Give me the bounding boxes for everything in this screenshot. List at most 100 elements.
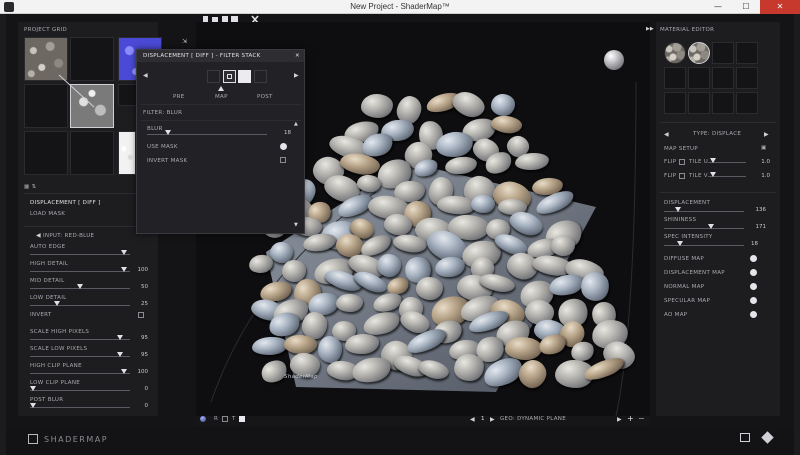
shininess-slider[interactable] xyxy=(664,228,744,229)
param-slider[interactable] xyxy=(30,407,130,408)
param-label: LOW CLIP PLANE xyxy=(30,380,81,386)
param-slider[interactable] xyxy=(30,373,130,374)
map-thumbnail-icon[interactable] xyxy=(238,70,251,83)
geometry-selector[interactable]: GEO: DYNAMIC PLANE xyxy=(500,416,566,422)
material-slot-empty[interactable] xyxy=(736,67,758,89)
view-t-checkbox[interactable] xyxy=(239,416,245,422)
tab-post[interactable]: POST xyxy=(257,94,273,100)
tab-map[interactable]: MAP xyxy=(215,94,228,100)
scroll-up-icon[interactable]: ▲ xyxy=(294,121,298,127)
grid-cell-empty[interactable] xyxy=(70,131,114,175)
view-r-checkbox[interactable] xyxy=(222,416,228,422)
dialog-close-icon[interactable]: ✕ xyxy=(295,53,300,59)
filter-slot-empty[interactable] xyxy=(207,70,220,83)
prev-filter-icon[interactable]: ◀ xyxy=(143,72,148,79)
spec-intensity-slider-thumb[interactable] xyxy=(677,241,683,246)
tile-u-value: 1.0 xyxy=(761,159,770,165)
view-t-button[interactable]: T xyxy=(232,416,236,422)
param-slider[interactable] xyxy=(30,356,130,357)
material-slot-empty[interactable] xyxy=(712,67,734,89)
param-slider-thumb[interactable] xyxy=(77,284,83,289)
material-slot-empty[interactable] xyxy=(712,92,734,114)
param-value: 0 xyxy=(144,403,149,409)
material-slot-1[interactable] xyxy=(664,42,686,64)
grid-expand-icon[interactable]: ⇲ xyxy=(182,38,187,45)
grid-cell-specular[interactable] xyxy=(118,131,136,175)
material-slot-empty[interactable] xyxy=(712,42,734,64)
map-toggle-diffuse-label: DIFFUSE MAP xyxy=(664,256,705,262)
geo-next-icon[interactable]: ▶ xyxy=(617,416,622,423)
zoom-out-icon[interactable]: − xyxy=(638,414,645,423)
tile-u-slider-thumb[interactable] xyxy=(710,158,716,163)
param-slider-thumb[interactable] xyxy=(30,386,36,391)
param-slider[interactable] xyxy=(30,254,130,255)
collapse-icon[interactable]: ▶▶ xyxy=(646,26,654,32)
minimize-button[interactable]: — xyxy=(704,0,732,14)
filter-slot-empty[interactable] xyxy=(254,70,267,83)
type-selector[interactable]: TYPE: DISPLACE xyxy=(693,131,741,137)
next-filter-icon[interactable]: ▶ xyxy=(294,72,299,79)
param-slider[interactable] xyxy=(30,305,130,306)
scroll-down-icon[interactable]: ▼ xyxy=(294,222,298,228)
map-toggle-normal[interactable] xyxy=(750,283,757,290)
map-toggle-ao[interactable] xyxy=(750,311,757,318)
param-slider-thumb[interactable] xyxy=(117,352,124,357)
page-next-icon[interactable]: ▶ xyxy=(490,416,495,423)
param-slider[interactable] xyxy=(30,390,130,391)
grid-view-icon[interactable]: ▦ ⇅ xyxy=(24,184,36,190)
zoom-in-icon[interactable]: + xyxy=(627,414,634,423)
watermark: ShaderMap xyxy=(284,374,318,380)
load-mask-button[interactable]: LOAD MASK xyxy=(30,211,65,217)
use-mask-label: USE MASK xyxy=(147,144,178,150)
material-slot-empty[interactable] xyxy=(664,92,686,114)
invert-mask-checkbox[interactable] xyxy=(280,157,286,163)
view-r-button[interactable]: R xyxy=(214,416,218,422)
material-slot-empty[interactable] xyxy=(664,67,686,89)
param-slider-thumb[interactable] xyxy=(53,301,60,306)
param-label: INVERT xyxy=(30,312,52,318)
filter-stack-dialog: DISPLACEMENT [ DIFF ] - FILTER STACK ✕ ◀… xyxy=(136,49,305,234)
viewport-bottom-bar xyxy=(196,416,650,426)
grid-cell-empty[interactable] xyxy=(24,131,68,175)
material-slot-empty[interactable] xyxy=(736,92,758,114)
param-label: AUTO EDGE xyxy=(30,244,66,250)
param-checkbox[interactable] xyxy=(138,312,144,318)
param-slider[interactable] xyxy=(30,339,130,340)
material-sphere-icon[interactable] xyxy=(604,50,624,70)
material-slot-empty[interactable] xyxy=(688,67,710,89)
tab-pre[interactable]: PRE xyxy=(173,94,185,100)
divider xyxy=(24,193,154,194)
param-slider-thumb[interactable] xyxy=(121,369,128,374)
shininess-label: SHININESS xyxy=(664,217,697,223)
param-slider-thumb[interactable] xyxy=(30,403,36,408)
param-slider-thumb[interactable] xyxy=(121,250,128,255)
page-prev-icon[interactable]: ◀ xyxy=(470,416,475,423)
displacement-slider-thumb[interactable] xyxy=(675,207,681,212)
flip-u-checkbox[interactable] xyxy=(679,159,685,165)
material-slot-2-selected[interactable] xyxy=(688,42,710,64)
input-selector[interactable]: ◀ INPUT: RED-BLUE xyxy=(36,232,94,239)
param-slider[interactable] xyxy=(30,271,130,272)
type-prev-icon[interactable]: ◀ xyxy=(664,131,669,138)
map-toggle-displacement[interactable] xyxy=(750,269,757,276)
use-mask-toggle[interactable] xyxy=(280,143,287,150)
param-value: 0 xyxy=(144,386,149,392)
material-slot-empty[interactable] xyxy=(688,92,710,114)
type-next-icon[interactable]: ▶ xyxy=(764,131,769,138)
light-sphere-icon[interactable] xyxy=(200,416,206,422)
flip-v-checkbox[interactable] xyxy=(679,173,685,179)
param-slider-thumb[interactable] xyxy=(117,335,124,340)
close-button[interactable]: ✕ xyxy=(760,0,800,14)
maximize-button[interactable]: ☐ xyxy=(732,0,760,14)
param-slider-thumb[interactable] xyxy=(121,267,128,272)
map-toggle-diffuse[interactable] xyxy=(750,255,757,262)
calendar-icon[interactable]: ▣ xyxy=(761,145,767,151)
map-toggle-specular[interactable] xyxy=(750,297,757,304)
tile-v-slider-thumb[interactable] xyxy=(710,172,716,177)
blur-slider-thumb[interactable] xyxy=(165,130,172,135)
spec-intensity-slider[interactable] xyxy=(664,245,744,246)
window-layout-icon[interactable] xyxy=(740,433,750,442)
material-slot-empty[interactable] xyxy=(736,42,758,64)
filter-slot-active[interactable] xyxy=(223,70,236,83)
shininess-slider-thumb[interactable] xyxy=(708,224,714,229)
